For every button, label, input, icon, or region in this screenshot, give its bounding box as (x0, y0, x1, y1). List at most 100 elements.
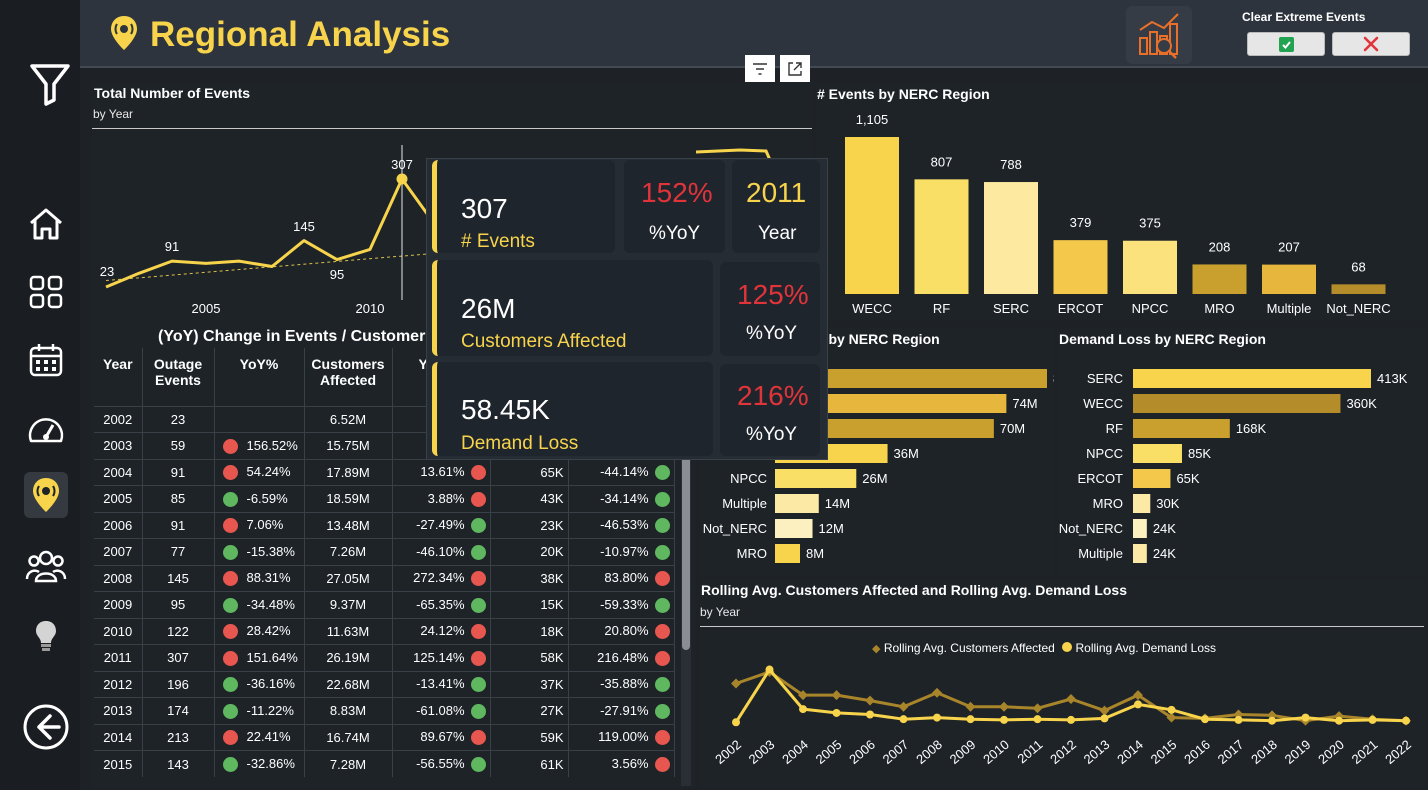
demand-yoy-cell-text: -46.53% (600, 517, 649, 533)
demand-cell-text: 27K (540, 703, 564, 719)
bar-category-label: MRO (737, 546, 767, 561)
year-cell: 2011 (94, 644, 143, 671)
year-cell-text: 2008 (103, 570, 133, 586)
year-cell-text: 2007 (103, 544, 133, 560)
status-dot (654, 491, 670, 507)
events-cell-text: 145 (167, 570, 189, 586)
year-cell: 2015 (94, 750, 143, 777)
x-tick-label: 2004 (779, 737, 811, 767)
bar-value-label: 36M (894, 446, 919, 461)
customers-cell: 7.28M (304, 750, 393, 777)
bar-value-label: 208 (1209, 239, 1231, 254)
tooltip-yoy1-label: %YoY (649, 223, 701, 244)
yoy-cell: -15.38% (214, 538, 305, 565)
tooltip-customers-value: 26M (461, 293, 516, 324)
focus-mode-icon[interactable] (780, 55, 810, 83)
yoy-cell-text: -11.22% (246, 702, 294, 718)
year-cell: 2010 (94, 617, 143, 645)
yoy-cell-text: -6.59% (246, 490, 288, 506)
events-cell-text: 91 (170, 517, 186, 533)
bar-value-label: 24K (1153, 521, 1176, 536)
status-dot (222, 730, 238, 746)
home-icon[interactable] (22, 200, 70, 248)
region-bar (1331, 284, 1386, 294)
bar-category-label: Not_NERC (1059, 521, 1123, 536)
demand-yoy-cell: -27.91% (568, 697, 675, 724)
table-row[interactable]: 2010 122 28.42% 11.63M 24.12% 18K 20.80% (94, 617, 675, 645)
gauge-icon[interactable] (22, 405, 70, 453)
yoy-cell-text: 7.06% (246, 517, 284, 533)
demand-yoy-cell-text: 3.56% (611, 755, 649, 771)
table-row[interactable]: 2004 91 54.24% 17.89M 13.61% 65K -44.14% (94, 458, 675, 486)
customers-cell: 13.48M (304, 511, 393, 539)
table-row[interactable]: 2005 85 -6.59% 18.59M 3.88% 43K -34.14% (94, 485, 675, 512)
table-row[interactable]: 2015 143 -32.86% 7.28M -56.55% 61K 3.56% (94, 750, 675, 777)
events-cell: 213 (142, 723, 215, 751)
col-year[interactable]: Year (94, 348, 143, 406)
status-dot (222, 757, 238, 773)
col-customers[interactable]: Customers Affected (304, 348, 393, 406)
customers-yoy-cell-text: -56.55% (416, 755, 465, 771)
rolling-marker (1167, 705, 1176, 714)
status-dot (222, 677, 238, 693)
bar-value-label: 87M (1053, 371, 1054, 386)
yoy-cell: 7.06% (214, 511, 305, 539)
customers-yoy-cell: 125.14% (392, 644, 491, 671)
tooltip-yoy1-value: 152% (641, 177, 713, 208)
year-cell: 2004 (94, 458, 143, 486)
tooltip-yoy2-value: 125% (737, 279, 809, 310)
yoy-cell: -36.16% (214, 670, 305, 698)
rolling-marker (765, 665, 774, 674)
table-row[interactable]: 2007 77 -15.38% 7.26M -46.10% 20K -10.97% (94, 538, 675, 565)
demand-bar (1133, 369, 1371, 388)
events-cell: 77 (142, 538, 215, 565)
status-dot (470, 677, 486, 693)
cancel-button[interactable] (1332, 32, 1410, 56)
x-tick-label: 2013 (1081, 737, 1113, 767)
table-row[interactable]: 2008 145 88.31% 27.05M 272.34% 38K 83.80% (94, 564, 675, 592)
table-row[interactable]: 2009 95 -34.48% 9.37M -65.35% 15K -59.33% (94, 591, 675, 618)
table-row[interactable]: 2011 307 151.64% 26.19M 125.14% 58K 216.48% (94, 644, 675, 671)
demand-cell-text: 61K (540, 756, 564, 772)
rolling-marker (832, 708, 841, 717)
lightbulb-icon[interactable] (22, 612, 70, 660)
customers-cell: 18.59M (304, 485, 393, 512)
demand-cell: 65K (490, 458, 569, 486)
yoy-cell: 22.41% (214, 723, 305, 751)
events-cell-text: 85 (170, 491, 186, 507)
yoy-cell: -32.86% (214, 750, 305, 777)
col-yoy[interactable]: YoY% (214, 348, 305, 406)
events-cell: 145 (142, 564, 215, 592)
events-cell-text: 122 (167, 623, 189, 639)
customers-cell-text: 15.75M (326, 438, 370, 454)
status-dot (654, 757, 670, 773)
table-row[interactable]: 2013 174 -11.22% 8.83M -61.08% 27K -27.91% (94, 697, 675, 724)
col-outage-events[interactable]: Outage Events (142, 348, 215, 406)
rolling-marker (732, 718, 740, 727)
year-cell: 2008 (94, 564, 143, 592)
confirm-button[interactable] (1247, 32, 1325, 56)
table-row[interactable]: 2006 91 7.06% 13.48M -27.49% 23K -46.53% (94, 511, 675, 539)
demand-bar (1133, 419, 1230, 438)
grid-icon[interactable] (22, 268, 70, 316)
back-arrow-icon[interactable] (22, 703, 70, 751)
users-icon[interactable] (22, 542, 70, 590)
bar-category-label: MRO (1204, 301, 1234, 316)
x-tick-label: 2015 (1148, 737, 1180, 767)
status-dot (222, 571, 238, 587)
customers-yoy-cell: 272.34% (392, 564, 491, 592)
demand-region-chart: 413K SERC 360K WECC 168K RF 85K NPCC 65K ERCOT 30K… (1059, 369, 1408, 563)
tooltip-events-card: 307 # Events (432, 160, 615, 253)
status-dot (470, 650, 486, 666)
calendar-icon[interactable] (22, 336, 70, 384)
filter-icon[interactable] (26, 60, 74, 108)
rolling-marker (1301, 713, 1310, 722)
table-row[interactable]: 2012 196 -36.16% 22.68M -13.41% 37K -35.88% (94, 670, 675, 698)
tooltip-yoy1-card: 152% %YoY (624, 160, 725, 253)
customers-yoy-cell: -13.41% (392, 670, 491, 698)
map-pin-icon[interactable] (24, 472, 68, 518)
customers-cell-text: 16.74M (326, 729, 370, 745)
visual-filter-icon[interactable] (745, 55, 775, 83)
year-cell-text: 2012 (103, 676, 133, 692)
table-row[interactable]: 2014 213 22.41% 16.74M 89.67% 59K 119.00% (94, 723, 675, 751)
